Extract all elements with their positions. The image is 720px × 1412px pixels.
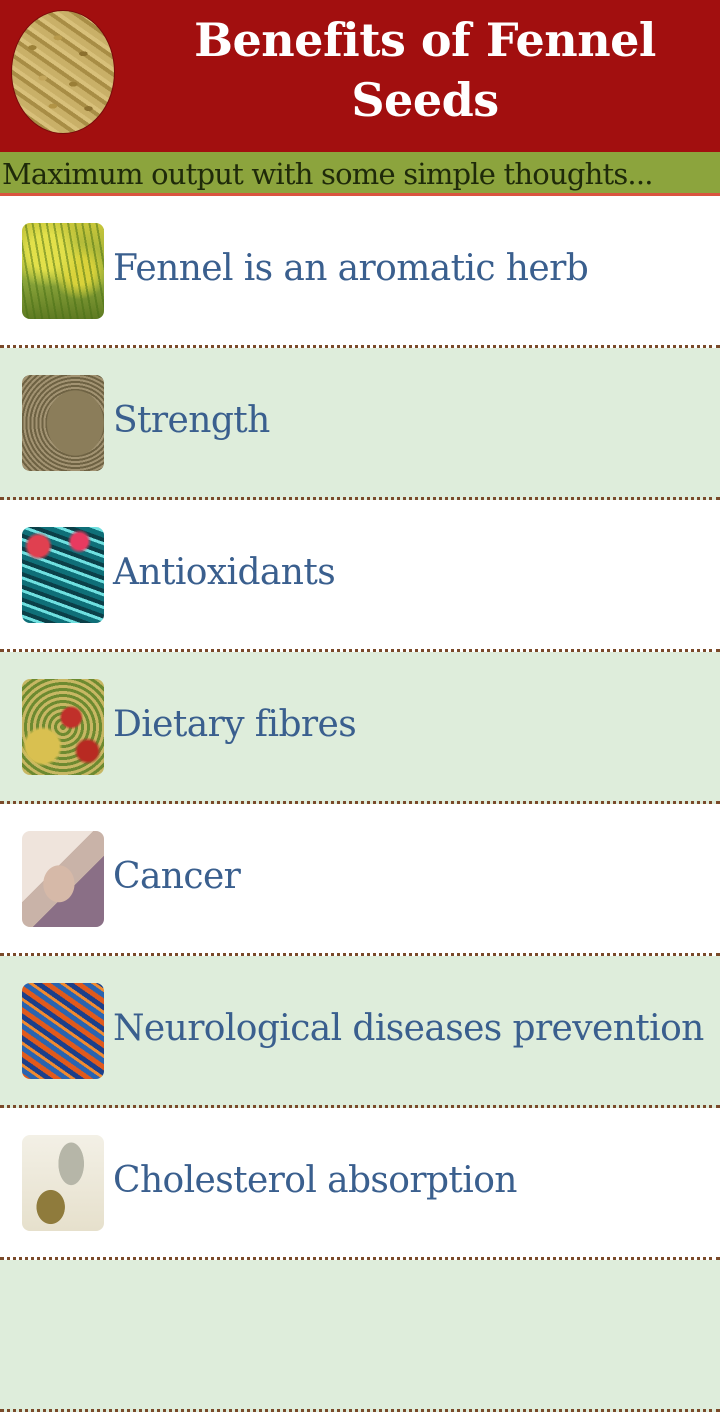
list-item[interactable]: Fennel is an aromatic herb [0, 196, 720, 348]
list-item[interactable]: Antioxidants [0, 500, 720, 652]
list-item[interactable] [0, 1260, 720, 1412]
list-item-label: Cancer [113, 856, 241, 897]
tagline-bar: Maximum output with some simple thoughts… [0, 152, 720, 196]
neurons-thumbnail-icon [22, 983, 104, 1079]
fibre-food-thumbnail-icon [22, 679, 104, 775]
benefits-list: Fennel is an aromatic herb Strength Anti… [0, 196, 720, 1412]
cells-thumbnail-icon [22, 527, 104, 623]
patient-thumbnail-icon [22, 831, 104, 927]
app-header: Benefits of Fennel Seeds [0, 0, 720, 152]
list-item-label: Antioxidants [113, 552, 336, 593]
list-item-label: Dietary fibres [113, 704, 357, 745]
list-item-label: Neurological diseases prevention [113, 1008, 704, 1049]
list-item[interactable]: Dietary fibres [0, 652, 720, 804]
fennel-seeds-logo-icon [11, 10, 115, 134]
list-item[interactable]: Neurological diseases prevention [0, 956, 720, 1108]
list-item-label: Cholesterol absorption [113, 1160, 517, 1201]
fennel-plant-thumbnail-icon [22, 223, 104, 319]
list-item-label: Strength [113, 400, 270, 441]
tagline-text: Maximum output with some simple thoughts… [2, 157, 653, 191]
fennel-seeds-bowl-thumbnail-icon [22, 375, 104, 471]
page-title: Benefits of Fennel Seeds [194, 13, 656, 127]
seeds-jar-thumbnail-icon [22, 1135, 104, 1231]
list-item[interactable]: Cancer [0, 804, 720, 956]
list-item-label: Fennel is an aromatic herb [113, 248, 589, 289]
list-item[interactable]: Cholesterol absorption [0, 1108, 720, 1260]
list-item[interactable]: Strength [0, 348, 720, 500]
